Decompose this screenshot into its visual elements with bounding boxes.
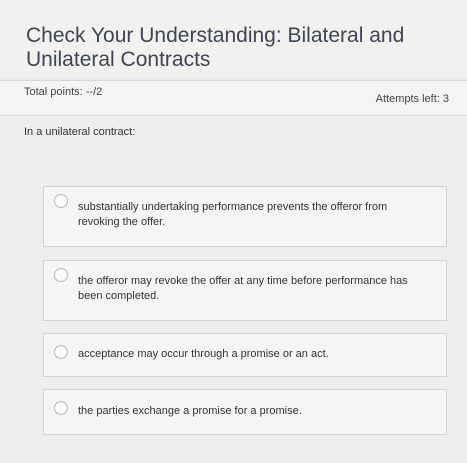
page-title: Check Your Understanding: Bilateral and … [26,24,405,71]
answer-option-label: acceptance may occur through a promise o… [78,348,329,360]
question-area: In a unilateral contract: substantially … [0,116,467,463]
radio-icon[interactable] [54,194,68,208]
answer-option-1[interactable]: substantially undertaking performance pr… [43,186,447,247]
radio-icon[interactable] [54,401,68,415]
answer-option-label: substantially undertaking performance pr… [78,201,388,228]
quiz-header: Check Your Understanding: Bilateral and … [0,0,467,78]
total-points-label: Total points: --/2 [24,86,103,98]
answer-option-4[interactable]: the parties exchange a promise for a pro… [43,389,447,435]
answer-option-2[interactable]: the offeror may revoke the offer at any … [43,260,447,321]
answer-option-label: the parties exchange a promise for a pro… [78,405,302,417]
question-text: In a unilateral contract: [24,126,136,138]
points-bar: Total points: --/2 Attempts left: 3 [0,80,467,116]
answer-option-3[interactable]: acceptance may occur through a promise o… [43,333,447,377]
answer-option-label: the offeror may revoke the offer at any … [78,275,408,302]
radio-icon[interactable] [54,268,68,282]
radio-icon[interactable] [54,345,68,359]
attempts-left-label: Attempts left: 3 [375,93,449,105]
